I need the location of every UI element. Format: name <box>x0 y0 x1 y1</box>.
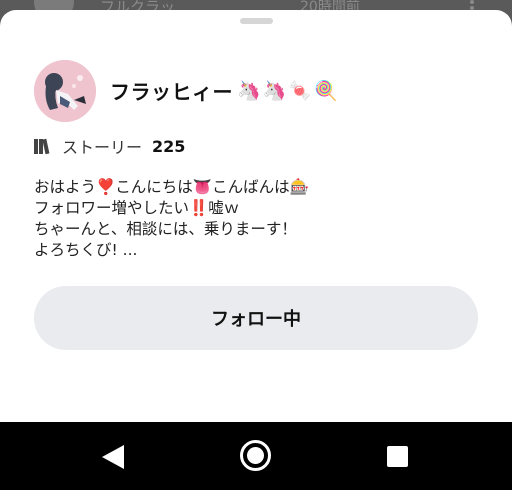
unicorn-emoji-2: 🦄 <box>262 79 287 102</box>
system-navigation-bar <box>0 422 512 490</box>
stories-count-row: ストーリー 225 <box>34 134 185 158</box>
books-icon <box>34 138 50 155</box>
lollipop-emoji: 🍭 <box>314 79 338 102</box>
back-icon[interactable] <box>100 444 126 470</box>
unicorn-emoji-1: 🦄 <box>237 79 261 102</box>
profile-bottom-sheet: フラッヒィー 🦄 🦄 🍬 🍭 ストーリー 225 おはよう❣️こんにちは👅こんば… <box>0 10 512 422</box>
sheet-drag-handle[interactable] <box>240 18 273 24</box>
stories-label: ストーリー <box>62 138 143 157</box>
profile-bio: おはよう❣️こんにちは👅こんばんは🎰 フォロワー増やしたい‼️嘘ｗ ちゃーんと、… <box>34 177 474 261</box>
avatar-illustration <box>34 60 96 122</box>
bio-line: ちゃーんと、相談には、乗りまーす！ <box>34 220 297 238</box>
profile-name: フラッヒィー 🦄 🦄 🍬 🍭 <box>110 76 338 105</box>
stories-count: 225 <box>152 136 186 156</box>
bio-line[interactable]: よろちくび! ... <box>34 240 474 261</box>
home-icon[interactable] <box>240 440 271 471</box>
bio-line: フォロワー増やしたい‼️嘘ｗ <box>34 199 240 217</box>
following-button[interactable]: フォロー中 <box>34 286 478 350</box>
avatar[interactable] <box>34 60 96 122</box>
bio-line: おはよう❣️こんにちは👅こんばんは🎰 <box>34 178 309 196</box>
recent-apps-icon[interactable] <box>387 446 408 467</box>
name-emojis: 🦄 🦄 🍬 🍭 <box>237 81 338 101</box>
profile-name-text: フラッヒィー <box>110 80 233 104</box>
candy-emoji: 🍬 <box>288 79 313 102</box>
